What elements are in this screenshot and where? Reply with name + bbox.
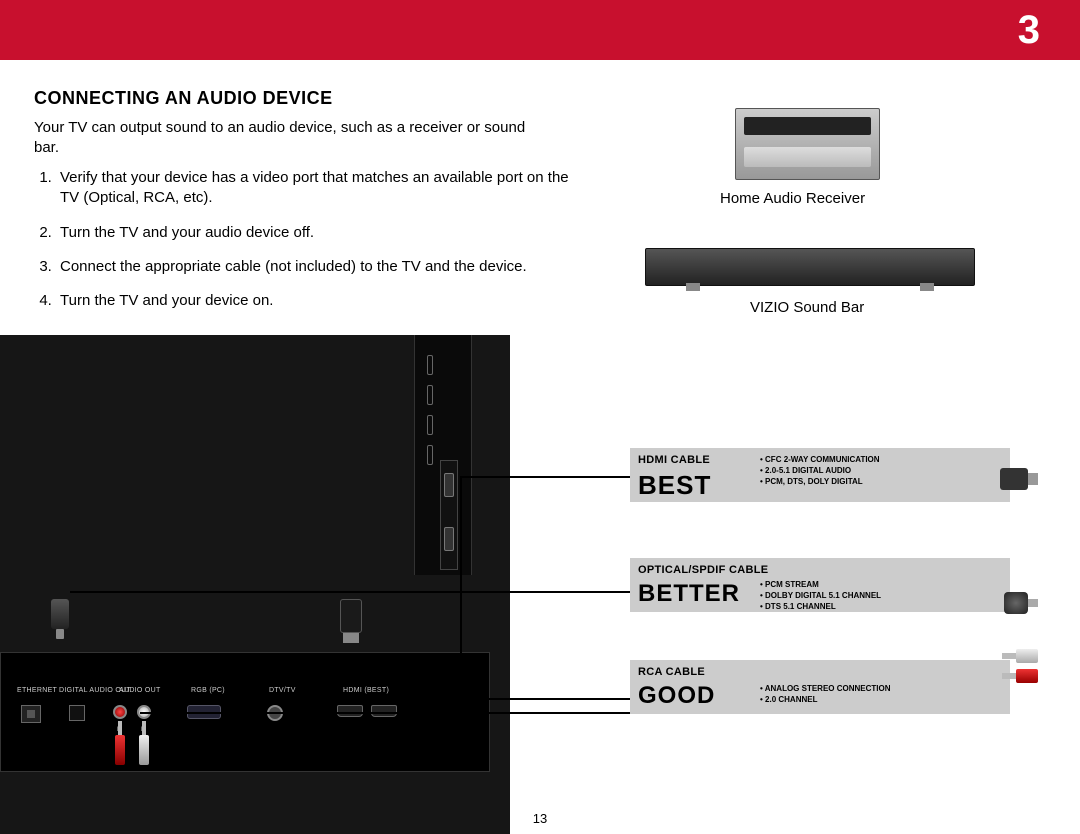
label-hdmi: HDMI (BEST) bbox=[343, 687, 389, 694]
callout-better: OPTICAL/SPDIF CABLE BETTER PCM STREAM DO… bbox=[630, 558, 1010, 612]
tv-back-panel: ETHERNET DIGITAL AUDIO OUT AUDIO OUT RGB… bbox=[0, 335, 510, 834]
step-3: Connect the appropriate cable (not inclu… bbox=[56, 257, 574, 277]
hdmi-port-1-icon bbox=[337, 705, 363, 717]
callout-best: HDMI CABLE BEST CFC 2-WAY COMMUNICATION … bbox=[630, 448, 1010, 502]
section-heading: CONNECTING AN AUDIO DEVICE bbox=[34, 88, 333, 109]
soundbar-illustration bbox=[645, 248, 975, 286]
optical-connector-icon bbox=[1000, 592, 1038, 614]
optical-plug-icon bbox=[47, 599, 73, 639]
header-bar: 3 bbox=[0, 0, 1080, 60]
best-cable-name: HDMI CABLE bbox=[638, 454, 710, 466]
optical-port-icon bbox=[69, 705, 85, 721]
label-ethernet: ETHERNET bbox=[17, 687, 57, 694]
wire-line bbox=[460, 476, 462, 676]
good-rating: GOOD bbox=[638, 682, 715, 710]
step-1: Verify that your device has a video port… bbox=[56, 168, 574, 209]
rca-white-plug-icon bbox=[139, 721, 149, 765]
receiver-illustration bbox=[735, 108, 880, 180]
hdmi-port-2-icon bbox=[371, 705, 397, 717]
soundbar-label: VIZIO Sound Bar bbox=[750, 299, 864, 316]
good-cable-name: RCA CABLE bbox=[638, 666, 705, 678]
receiver-label: Home Audio Receiver bbox=[720, 190, 865, 207]
hdmi-plug-icon bbox=[336, 599, 366, 643]
wire-line bbox=[70, 591, 630, 593]
hdmi-connector-icon bbox=[998, 468, 1038, 490]
better-bullet-3: DTS 5.1 CHANNEL bbox=[760, 602, 881, 613]
better-cable-name: OPTICAL/SPDIF CABLE bbox=[638, 564, 768, 576]
chapter-number: 3 bbox=[1018, 8, 1040, 53]
rca-right-port-icon bbox=[113, 705, 127, 719]
ethernet-port-icon bbox=[21, 705, 41, 723]
wire-line bbox=[140, 712, 630, 714]
best-bullet-3: PCM, DTS, DOLY DIGITAL bbox=[760, 477, 880, 488]
rca-connector-icon bbox=[988, 648, 1038, 688]
step-4: Turn the TV and your device on. bbox=[56, 291, 574, 311]
label-audio-out: AUDIO OUT bbox=[119, 687, 161, 694]
wire-line bbox=[460, 476, 630, 478]
good-bullet-1: ANALOG STEREO CONNECTION bbox=[760, 684, 891, 695]
better-bullet-1: PCM STREAM bbox=[760, 580, 881, 591]
page-footer: 13 bbox=[0, 811, 1080, 826]
best-bullet-1: CFC 2-WAY COMMUNICATION bbox=[760, 455, 880, 466]
best-bullets: CFC 2-WAY COMMUNICATION 2.0-5.1 DIGITAL … bbox=[760, 455, 880, 487]
good-bullets: ANALOG STEREO CONNECTION 2.0 CHANNEL bbox=[760, 684, 891, 706]
better-bullets: PCM STREAM DOLBY DIGITAL 5.1 CHANNEL DTS… bbox=[760, 580, 881, 612]
better-rating: BETTER bbox=[638, 580, 740, 608]
rca-red-plug-icon bbox=[115, 721, 125, 765]
good-bullet-2: 2.0 CHANNEL bbox=[760, 695, 891, 706]
hdmi-vertical-ports bbox=[440, 460, 458, 570]
better-bullet-2: DOLBY DIGITAL 5.1 CHANNEL bbox=[760, 591, 881, 602]
label-dtv: DTV/TV bbox=[269, 687, 296, 694]
intro-text: Your TV can output sound to an audio dev… bbox=[34, 118, 554, 159]
callout-good: RCA CABLE GOOD ANALOG STEREO CONNECTION … bbox=[630, 660, 1010, 714]
best-rating: BEST bbox=[638, 470, 711, 501]
step-2: Turn the TV and your audio device off. bbox=[56, 223, 574, 243]
wire-line bbox=[115, 698, 630, 700]
best-bullet-2: 2.0-5.1 DIGITAL AUDIO bbox=[760, 466, 880, 477]
instruction-list: Verify that your device has a video port… bbox=[34, 168, 574, 325]
label-rgb: RGB (PC) bbox=[191, 687, 225, 694]
